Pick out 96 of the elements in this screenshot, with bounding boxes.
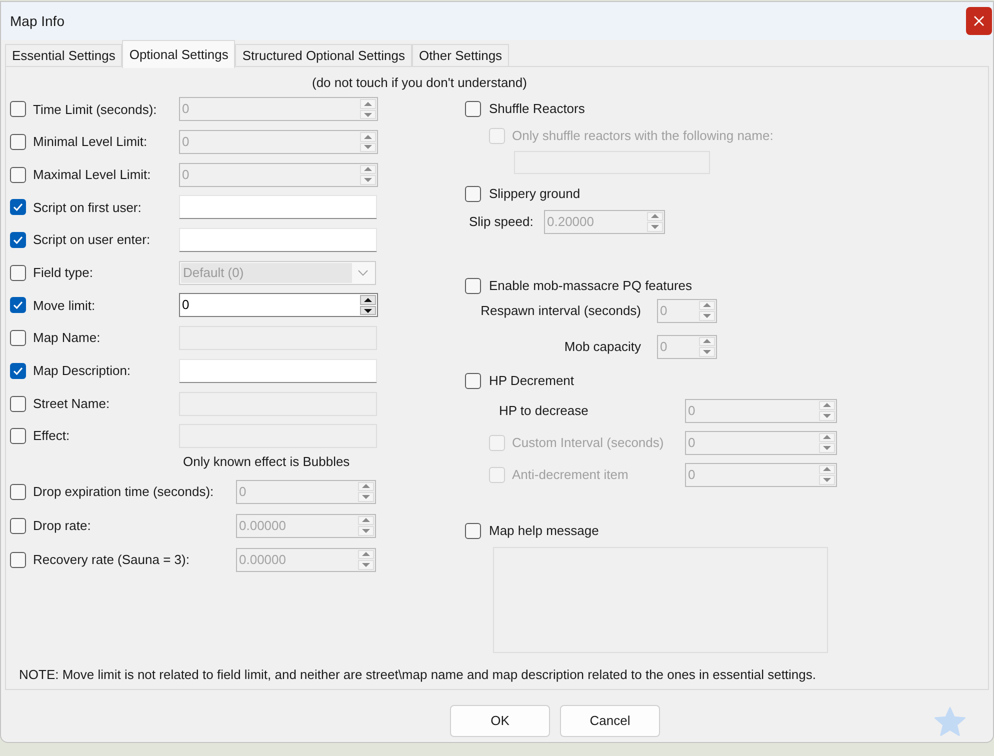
triangle-up-icon (364, 102, 372, 106)
tab[interactable]: Optional Settings (122, 40, 236, 68)
triangle-down-icon (703, 314, 711, 318)
setting-label: Map Description: (33, 363, 131, 378)
checkbox[interactable] (10, 166, 26, 183)
checkbox[interactable] (465, 523, 481, 539)
setting-label: Map Name: (33, 330, 100, 346)
triangle-down-icon (823, 478, 831, 482)
text-field[interactable] (179, 358, 377, 383)
triangle-down-icon (364, 145, 372, 150)
star-icon (934, 706, 966, 736)
triangle-down-icon (651, 224, 659, 229)
text-field[interactable] (179, 228, 377, 252)
checkbox-label: Enable mob-massacre PQ features (489, 277, 692, 296)
checkbox[interactable] (10, 134, 26, 150)
triangle-down-icon (364, 178, 372, 182)
checkbox-label: Only shuffle reactors with the following name: (512, 127, 774, 146)
spin-box[interactable]: 0 (179, 293, 378, 318)
field-label: Mob capacity (564, 338, 641, 356)
setting-label: Drop expiration time (seconds): (33, 484, 214, 499)
checkmark-icon (13, 366, 23, 375)
triangle-down-icon (362, 562, 370, 567)
checkbox[interactable] (10, 199, 26, 216)
checkbox[interactable] (10, 518, 26, 534)
triangle-up-icon (823, 467, 831, 472)
hint-text: (do not touch if you don't understand) (312, 75, 527, 90)
checkmark-icon (13, 203, 23, 212)
close-icon (974, 16, 984, 26)
setting-label: Maximal Level Limit: (33, 166, 151, 182)
spin-down-button[interactable] (360, 306, 376, 316)
spin-up-button[interactable] (360, 295, 376, 305)
setting-label: Recovery rate (Sauna = 3): (33, 552, 190, 567)
tab[interactable]: Essential Settings (5, 44, 122, 66)
field-label: Slip speed: (469, 212, 534, 231)
triangle-up-icon (823, 403, 831, 408)
checkbox[interactable] (10, 232, 26, 248)
triangle-up-icon (651, 214, 659, 218)
checkbox[interactable] (465, 186, 481, 202)
tab[interactable]: Structured Optional Settings (235, 44, 412, 66)
checkmark-icon (13, 301, 23, 310)
triangle-down-icon (364, 308, 372, 313)
checkbox[interactable] (10, 552, 26, 568)
checkbox[interactable] (10, 396, 26, 412)
effect-note: Only known effect is Bubbles (183, 452, 350, 470)
checkmark-icon (13, 236, 23, 244)
triangle-up-icon (362, 518, 370, 522)
dropdown[interactable]: Default (0) (179, 260, 376, 285)
text-field[interactable] (179, 195, 377, 220)
checkbox-label: Custom Interval (seconds) (512, 434, 664, 452)
checkbox[interactable] (10, 264, 26, 281)
dialog-button[interactable]: OK (450, 705, 550, 737)
setting-label: Effect: (33, 428, 70, 444)
triangle-up-icon (362, 552, 370, 556)
triangle-down-icon (703, 350, 711, 354)
checkbox-label: Slippery ground (489, 185, 580, 204)
chevron-down-icon (358, 270, 368, 276)
triangle-down-icon (362, 494, 370, 499)
triangle-up-icon (823, 435, 831, 440)
triangle-down-icon (823, 446, 831, 450)
triangle-down-icon (362, 528, 370, 533)
triangle-up-icon (703, 303, 711, 308)
checkbox-label: Shuffle Reactors (489, 100, 585, 118)
setting-label: Street Name: (33, 396, 110, 411)
dialog-button[interactable]: Cancel (560, 705, 660, 737)
close-button[interactable] (966, 7, 992, 35)
setting-label: Move limit: (33, 298, 96, 313)
setting-label: Minimal Level Limit: (33, 134, 148, 150)
checkbox[interactable] (465, 373, 481, 389)
triangle-down-icon (364, 112, 372, 117)
field-label: HP to decrease (499, 402, 588, 420)
setting-label: Drop rate: (33, 518, 91, 533)
checkbox[interactable] (10, 330, 26, 346)
triangle-down-icon (823, 414, 831, 418)
checkbox[interactable] (10, 101, 26, 118)
tab[interactable]: Other Settings (412, 44, 510, 66)
setting-label: Field type: (33, 265, 93, 280)
checkbox[interactable] (465, 101, 481, 117)
checkbox[interactable] (10, 428, 26, 444)
checkbox-label: HP Decrement (489, 372, 574, 390)
triangle-up-icon (703, 339, 711, 344)
setting-label: Time Limit (seconds): (33, 102, 157, 117)
triangle-up-icon (364, 298, 372, 302)
field-label: Respawn interval (seconds) (480, 302, 641, 320)
checkbox[interactable] (10, 484, 26, 500)
triangle-up-icon (364, 167, 372, 172)
window-title: Map Info (10, 12, 64, 31)
checkbox-label: Map help message (489, 522, 599, 540)
setting-label: Script on user enter: (33, 232, 150, 248)
checkbox[interactable] (465, 278, 481, 294)
checkbox[interactable] (10, 362, 26, 379)
checkbox[interactable] (10, 297, 26, 314)
checkbox-label: Anti-decrement item (512, 466, 628, 484)
setting-label: Script on first user: (33, 200, 142, 215)
triangle-up-icon (364, 134, 372, 139)
note-text: NOTE: Move limit is not related to field limit, and neither are street\map name and map description related to the ones in essential settings. (19, 666, 816, 682)
triangle-up-icon (362, 484, 370, 488)
